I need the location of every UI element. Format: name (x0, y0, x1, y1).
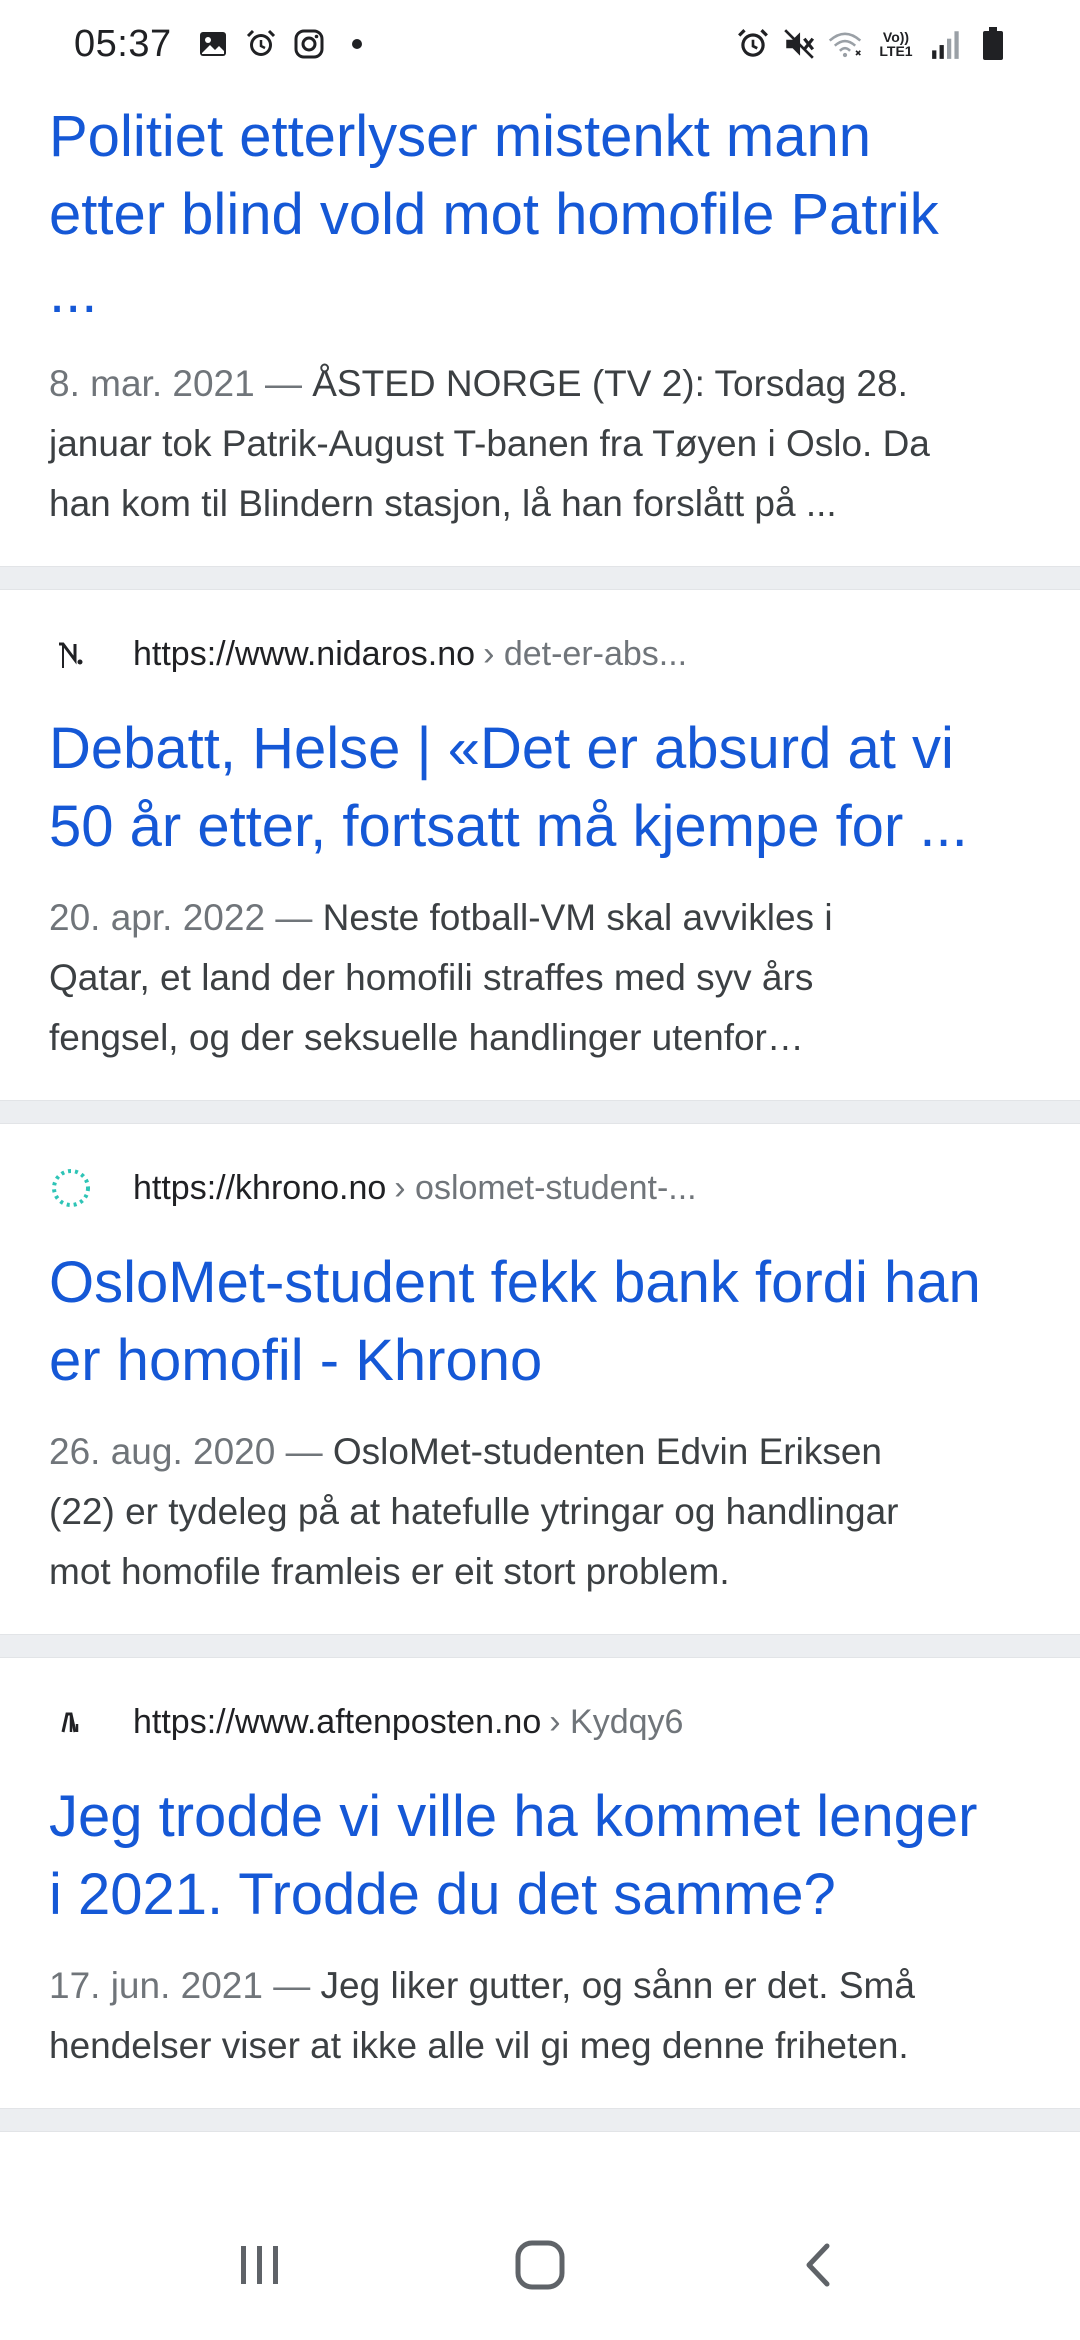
status-left: 05:37 (74, 20, 374, 68)
alarm-icon (244, 27, 278, 61)
nidaros-icon (49, 632, 93, 676)
mute-icon (782, 27, 816, 61)
search-result: https://www.nidaros.no › det-er-abs... D… (0, 590, 1080, 1100)
status-right: Vo)) LTE1 (736, 20, 1010, 68)
alarm-icon (736, 27, 770, 61)
wifi-icon (828, 27, 862, 61)
result-title-line: er homofil - Khrono (49, 1328, 543, 1393)
search-results: Politiet etterlyser mistenkt mann etter … (0, 88, 1080, 2132)
snippet-text: hendelser viser at ikke alle vil gi meg … (49, 2025, 909, 2066)
result-source[interactable]: https://khrono.no › oslomet-student-... (49, 1124, 1031, 1218)
result-date: 20. apr. 2022 (49, 897, 266, 938)
result-snippet: 26. aug. 2020 — OsloMet-studenten Edvin … (49, 1422, 1031, 1634)
result-separator (0, 2108, 1080, 2132)
result-title-line: 50 år etter, fortsatt må kjempe for ... (49, 794, 968, 859)
result-date: 17. jun. 2021 (49, 1965, 263, 2006)
instagram-icon (292, 27, 326, 61)
result-title-line: i 2021. Trodde du det samme? (49, 1862, 836, 1927)
status-time: 05:37 (74, 22, 172, 65)
result-title-line: Jeg trodde vi ville ha kommet lenger (49, 1784, 978, 1849)
result-url-path: › oslomet-student-... (394, 1168, 697, 1207)
snippet-text: han kom til Blindern stasjon, lå han for… (49, 483, 837, 524)
result-url: https://www.aftenposten.no (133, 1702, 542, 1741)
snippet-text: fengsel, og der seksuelle handlinger ute… (49, 1017, 804, 1058)
aftenposten-icon (49, 1700, 93, 1744)
search-result: https://khrono.no › oslomet-student-... … (0, 1124, 1080, 1634)
result-snippet: 20. apr. 2022 — Neste fotball-VM skal av… (49, 888, 1031, 1100)
result-title-line: ... (49, 260, 98, 325)
result-title-line: Politiet etterlyser mistenkt mann (49, 104, 871, 169)
date-separator: — (273, 1965, 311, 2006)
result-url: https://www.nidaros.no (133, 634, 476, 673)
result-title[interactable]: Politiet etterlyser mistenkt mann etter … (49, 98, 1031, 332)
signal-icon (930, 27, 964, 61)
result-url: https://khrono.no (133, 1168, 387, 1207)
result-separator (0, 1100, 1080, 1124)
recent-apps-icon[interactable] (215, 2220, 305, 2310)
result-source[interactable]: https://www.nidaros.no › det-er-abs... (49, 590, 1031, 684)
result-title[interactable]: Debatt, Helse | «Det er absurd at vi 50 … (49, 710, 1031, 866)
result-title-line: OsloMet-student fekk bank fordi han (49, 1250, 981, 1315)
result-date: 8. mar. 2021 (49, 363, 255, 404)
dot-icon (340, 27, 374, 61)
result-snippet: 17. jun. 2021 — Jeg liker gutter, og sån… (49, 1956, 1031, 2108)
khrono-icon (49, 1166, 93, 1210)
snippet-text: Qatar, et land der homofili straffes med… (49, 957, 814, 998)
snippet-text: januar tok Patrik-August T-banen fra Tøy… (49, 423, 930, 464)
snippet-text: OsloMet-studenten Edvin Eriksen (332, 1431, 882, 1472)
snippet-text: mot homofile framleis er eit stort probl… (49, 1551, 730, 1592)
date-separator: — (285, 1431, 323, 1472)
battery-icon (976, 27, 1010, 61)
result-url-path: › det-er-abs... (483, 634, 688, 673)
result-title[interactable]: OsloMet-student fekk bank fordi han er h… (49, 1244, 1031, 1400)
status-bar: 05:37 Vo)) LTE1 (0, 0, 1080, 88)
result-title[interactable]: Jeg trodde vi ville ha kommet lenger i 2… (49, 1778, 1031, 1934)
result-source[interactable]: https://www.aftenposten.no › Kydqy6 (49, 1658, 1031, 1752)
date-separator: — (264, 363, 302, 404)
result-url-path: › Kydqy6 (549, 1702, 684, 1741)
result-snippet: 8. mar. 2021 — ÅSTED NORGE (TV 2): Torsd… (49, 354, 1031, 566)
result-date: 26. aug. 2020 (49, 1431, 276, 1472)
image-icon (196, 27, 230, 61)
lte-label: LTE1 (879, 43, 913, 59)
result-title-line: etter blind vold mot homofile Patrik (49, 182, 939, 247)
result-title-line: Debatt, Helse | «Det er absurd at vi (49, 716, 954, 781)
search-result: Politiet etterlyser mistenkt mann etter … (0, 98, 1080, 566)
snippet-text: Jeg liker gutter, og sånn er det. Små (320, 1965, 915, 2006)
result-separator (0, 566, 1080, 590)
date-separator: — (275, 897, 313, 938)
snippet-text: Neste fotball-VM skal avvikles i (322, 897, 833, 938)
search-result: https://www.aftenposten.no › Kydqy6 Jeg … (0, 1658, 1080, 2108)
snippet-text: (22) er tydeleg på at hatefulle ytringar… (49, 1491, 899, 1532)
snippet-text: ÅSTED NORGE (TV 2): Torsdag 28. (312, 363, 908, 404)
system-nav-bar (0, 2190, 1080, 2340)
result-separator (0, 1634, 1080, 1658)
volte-label: Vo)) (882, 29, 910, 45)
home-icon[interactable] (495, 2220, 585, 2310)
volte-icon: Vo)) LTE1 (874, 27, 918, 61)
back-icon[interactable] (775, 2220, 865, 2310)
